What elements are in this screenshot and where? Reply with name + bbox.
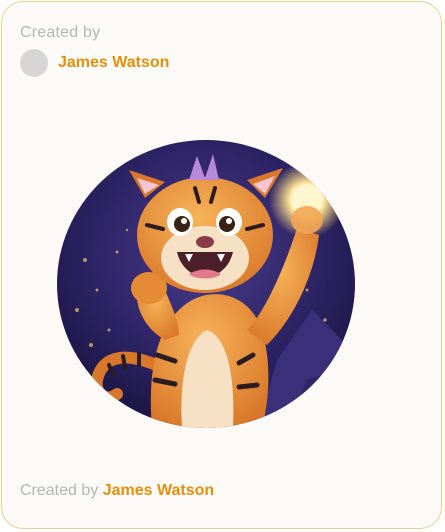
author-name: James Watson [58,54,170,71]
artwork-image[interactable] [57,140,355,428]
avatar [20,49,48,77]
created-by-label: Created by [20,24,101,41]
tiger-illustration [57,140,355,428]
footer-created-by-label: Created by [20,482,99,499]
footer-credit: Created by James Watson [20,482,214,500]
nft-card: Created by James Watson Created by James… [1,1,442,529]
footer-author-link[interactable]: James Watson [103,482,214,499]
author-link[interactable]: James Watson [20,49,169,77]
